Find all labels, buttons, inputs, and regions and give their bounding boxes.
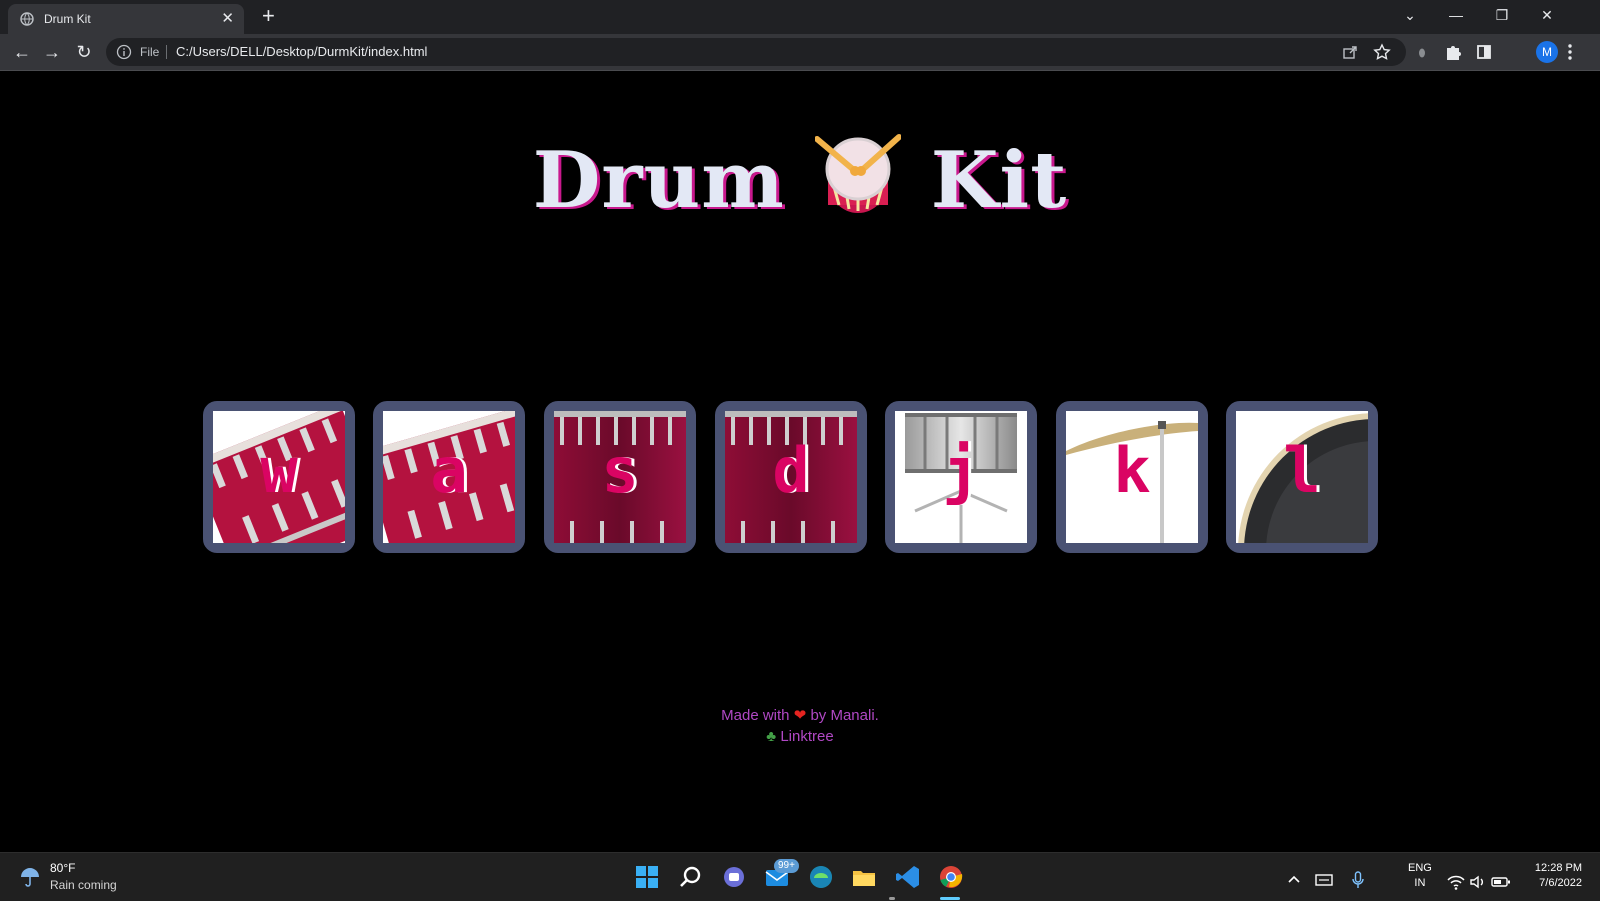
language-indicator[interactable]: ENG IN [1408, 861, 1432, 891]
clock-time: 12:28 PM [1534, 862, 1582, 874]
drum-button-s[interactable]: s [544, 401, 696, 553]
speaker-icon[interactable] [1468, 867, 1488, 897]
tab-title: Drum Kit [44, 12, 91, 26]
drum-button-d[interactable]: d [715, 401, 867, 553]
footer-credit: Made with ❤ by Manali. [0, 705, 1600, 726]
tab-strip: Drum Kit ✕ + ⌄ — ❐ ✕ [0, 0, 1600, 34]
reload-button[interactable]: ↻ [72, 40, 96, 64]
keyboard-icon[interactable] [1312, 865, 1336, 895]
forward-button[interactable]: → [40, 40, 64, 64]
drum-key-label: k [1113, 434, 1151, 507]
umbrella-rain-icon[interactable] [18, 865, 42, 889]
teams-chat-icon[interactable] [719, 862, 749, 892]
made-with-text: Made with [721, 707, 790, 724]
restore-button[interactable]: ❐ [1490, 5, 1514, 25]
drum-key-label: s [601, 434, 639, 507]
weather-condition[interactable]: Rain coming [50, 878, 117, 892]
temperature-text[interactable]: 80°F [50, 861, 75, 875]
close-window-button[interactable]: ✕ [1535, 5, 1559, 25]
puzzle-icon[interactable] [1443, 42, 1463, 62]
drum-set: w a s d j k l [203, 401, 1403, 553]
wifi-icon[interactable] [1446, 867, 1466, 897]
page-title: Drum Kit [0, 133, 1600, 226]
drum-key-label: l [1283, 434, 1321, 507]
clock-date: 7/6/2022 [1539, 877, 1582, 889]
chevron-up-icon[interactable] [1282, 865, 1306, 895]
drum-button-a[interactable]: a [373, 401, 525, 553]
drum-key-label: a [430, 434, 468, 507]
address-divider [166, 45, 167, 59]
microphone-icon[interactable] [1346, 865, 1370, 895]
heart-icon: ❤ [793, 707, 807, 724]
tab-close-button[interactable]: ✕ [221, 10, 234, 28]
language-code: ENG [1408, 862, 1432, 874]
drum-key-label: d [772, 434, 810, 507]
taskbar: 80°F Rain coming 99+ ENG IN 12:28 PM 7/6… [0, 852, 1600, 901]
share-icon[interactable] [1340, 42, 1360, 62]
title-word-kit: Kit [930, 135, 1068, 226]
minimize-button[interactable]: — [1444, 5, 1468, 25]
tab-search-button[interactable]: ⌄ [1398, 5, 1422, 25]
back-button[interactable]: ← [10, 40, 34, 64]
info-icon[interactable] [116, 44, 132, 60]
drum-button-k[interactable]: k [1056, 401, 1208, 553]
file-label: File [140, 45, 160, 59]
url-text[interactable]: C:/Users/DELL/Desktop/DurmKit/index.html [176, 44, 427, 59]
mail-badge: 99+ [774, 859, 799, 873]
tab-drum-kit[interactable]: Drum Kit ✕ [8, 4, 244, 34]
title-word-drum: Drum [532, 135, 785, 226]
battery-icon[interactable] [1490, 867, 1512, 897]
drum-button-l[interactable]: l [1226, 401, 1378, 553]
footer: Made with ❤ by Manali. ♣ Linktree [0, 705, 1600, 747]
drum-key-label: w [260, 434, 298, 507]
bookmark-star-icon[interactable] [1372, 42, 1392, 62]
menu-icon[interactable] [1560, 42, 1580, 62]
search-icon[interactable] [676, 862, 706, 892]
drum-button-j[interactable]: j [885, 401, 1037, 553]
edge-icon[interactable] [806, 862, 836, 892]
page-content: Drum Kit w a s d j k l Made with ❤ by Ma… [0, 71, 1600, 852]
language-region: IN [1414, 877, 1426, 889]
author-text: by Manali. [810, 707, 879, 724]
drum-key-label: j [942, 434, 980, 507]
drum-button-w[interactable]: w [203, 401, 355, 553]
globe-icon [20, 12, 34, 26]
address-bar[interactable]: File C:/Users/DELL/Desktop/DurmKit/index… [106, 38, 1406, 66]
side-panel-icon[interactable] [1474, 42, 1494, 62]
extension-icon[interactable] [1412, 42, 1432, 62]
chrome-icon[interactable] [936, 862, 966, 892]
tree-icon: ♣ [766, 728, 777, 745]
file-explorer-icon[interactable] [849, 862, 879, 892]
system-clock[interactable]: 12:28 PM 7/6/2022 [1522, 861, 1582, 891]
drum-emoji-icon [814, 134, 901, 213]
vscode-icon[interactable] [893, 862, 923, 892]
linktree-link[interactable]: Linktree [780, 728, 833, 745]
footer-link-row: ♣ Linktree [0, 726, 1600, 747]
windows-start-icon[interactable] [632, 862, 662, 892]
browser-toolbar: ← → ↻ File C:/Users/DELL/Desktop/DurmKit… [0, 34, 1600, 71]
profile-avatar[interactable]: M [1536, 41, 1558, 63]
new-tab-button[interactable]: + [262, 4, 275, 28]
